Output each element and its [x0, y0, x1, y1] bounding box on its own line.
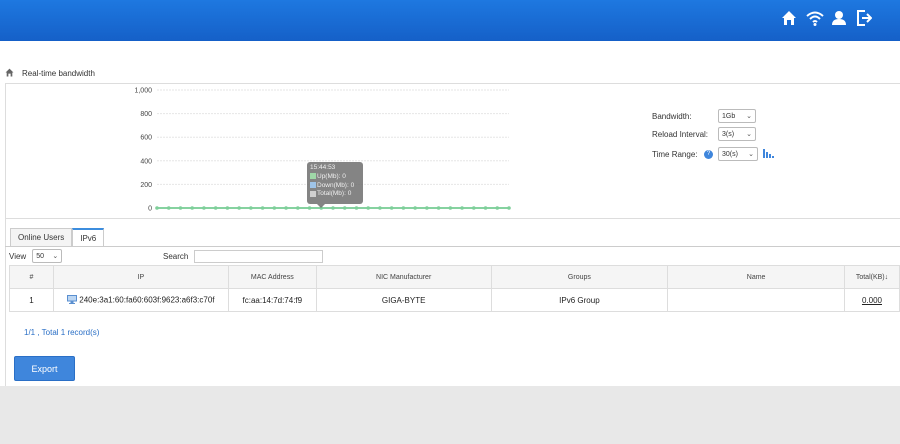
col-name[interactable]: Name: [667, 265, 845, 289]
search-label: Search: [163, 251, 189, 261]
col-total[interactable]: Total(KB)↓: [843, 265, 900, 289]
time-range-value: 30(s): [722, 150, 738, 158]
ipv6-users-table: # IP MAC Address NIC Manufacturer Groups…: [9, 265, 900, 312]
chart-divider: [5, 218, 900, 219]
time-range-select[interactable]: 30(s) ⌄: [718, 147, 758, 161]
cell-mac: fc:aa:14:7d:74:f9: [227, 288, 317, 312]
bar-chart-icon[interactable]: [763, 148, 774, 160]
view-control: View 50 ⌄: [9, 249, 63, 263]
y-tick-label: 400: [140, 158, 152, 165]
help-icon[interactable]: ?: [704, 149, 713, 159]
pagination-summary: 1/1 , Total 1 record(s): [24, 328, 100, 337]
cell-total: 0.000: [843, 288, 900, 312]
wifi-icon[interactable]: [806, 9, 824, 27]
monitor-icon: [67, 294, 78, 306]
cell-ip: 240e:3a1:60:fa60:603f:9623:a6f3:c70f: [52, 288, 229, 312]
chevron-down-icon: ⌄: [746, 113, 752, 120]
search-control: Search: [163, 249, 324, 263]
y-tick-label: 1,000: [134, 88, 152, 95]
y-tick-label: 200: [140, 182, 152, 189]
tooltip-up: Up(Mb): 0: [317, 172, 346, 180]
bandwidth-label: Bandwidth:: [652, 111, 692, 121]
page-title: Real-time bandwidth: [22, 68, 95, 78]
page-size-select[interactable]: 50 ⌄: [32, 249, 63, 263]
table-header-row: # IP MAC Address NIC Manufacturer Groups…: [9, 265, 900, 289]
chevron-down-icon: ⌄: [746, 131, 752, 138]
total-link[interactable]: 0.000: [862, 296, 882, 305]
tab-bar: Online Users IPv6: [10, 228, 105, 247]
reload-interval-value: 3(s): [722, 130, 735, 138]
home-icon[interactable]: [5, 68, 14, 79]
tooltip-total: Total(Mb): 0: [317, 190, 352, 198]
chart-tooltip: 15:44:53 Up(Mb): 0 Down(Mb): 0 Total(Mb)…: [307, 162, 363, 208]
cell-groups: IPv6 Group: [490, 288, 669, 312]
export-button[interactable]: Export: [14, 356, 75, 381]
time-range-label: Time Range:: [652, 149, 698, 159]
breadcrumb: Real-time bandwidth: [5, 67, 95, 79]
ip-text: 240e:3a1:60:fa60:603f:9623:a6f3:c70f: [79, 295, 215, 305]
y-tick-label: 800: [140, 111, 152, 118]
logout-icon[interactable]: [856, 9, 873, 27]
bandwidth-value: 1Gb: [722, 112, 736, 120]
reload-interval-select[interactable]: 3(s) ⌄: [718, 127, 756, 141]
table-row[interactable]: 1 240e:3a1:60:fa60:603f:9623:a6f3:c70f f…: [9, 288, 900, 312]
col-mac[interactable]: MAC Address: [227, 265, 317, 289]
tab-online-users[interactable]: Online Users: [10, 228, 73, 246]
reload-interval-label: Reload Interval:: [652, 129, 709, 139]
up-swatch: [310, 173, 316, 180]
down-swatch: [310, 181, 316, 188]
tab-underline: [5, 246, 900, 247]
y-tick-label: 0: [148, 206, 152, 213]
top-header-bar: [0, 0, 900, 41]
col-nic[interactable]: NIC Manufacturer: [315, 265, 492, 289]
cell-nic: GIGA-BYTE: [315, 288, 492, 312]
user-icon[interactable]: [831, 9, 847, 27]
page-size-value: 50: [36, 252, 44, 260]
y-tick-label: 600: [140, 135, 152, 142]
search-input[interactable]: [194, 249, 324, 263]
home-icon[interactable]: [781, 9, 797, 27]
chevron-down-icon: ⌄: [52, 253, 59, 260]
tooltip-down: Down(Mb): 0: [317, 181, 355, 189]
col-groups[interactable]: Groups: [490, 265, 669, 289]
bandwidth-chart: 1,000 800 600 400 200 0: [134, 88, 511, 213]
tooltip-arrow: [317, 204, 325, 208]
total-swatch: [310, 190, 316, 197]
view-label: View: [9, 251, 27, 261]
cell-name: [667, 288, 845, 312]
cell-index: 1: [9, 288, 54, 312]
col-ip[interactable]: IP: [52, 265, 229, 289]
col-index[interactable]: #: [9, 265, 54, 289]
chevron-down-icon: ⌄: [748, 151, 754, 158]
bandwidth-select[interactable]: 1Gb ⌄: [718, 109, 756, 123]
tooltip-time: 15:44:53: [310, 164, 336, 171]
tab-ipv6[interactable]: IPv6: [72, 228, 105, 247]
